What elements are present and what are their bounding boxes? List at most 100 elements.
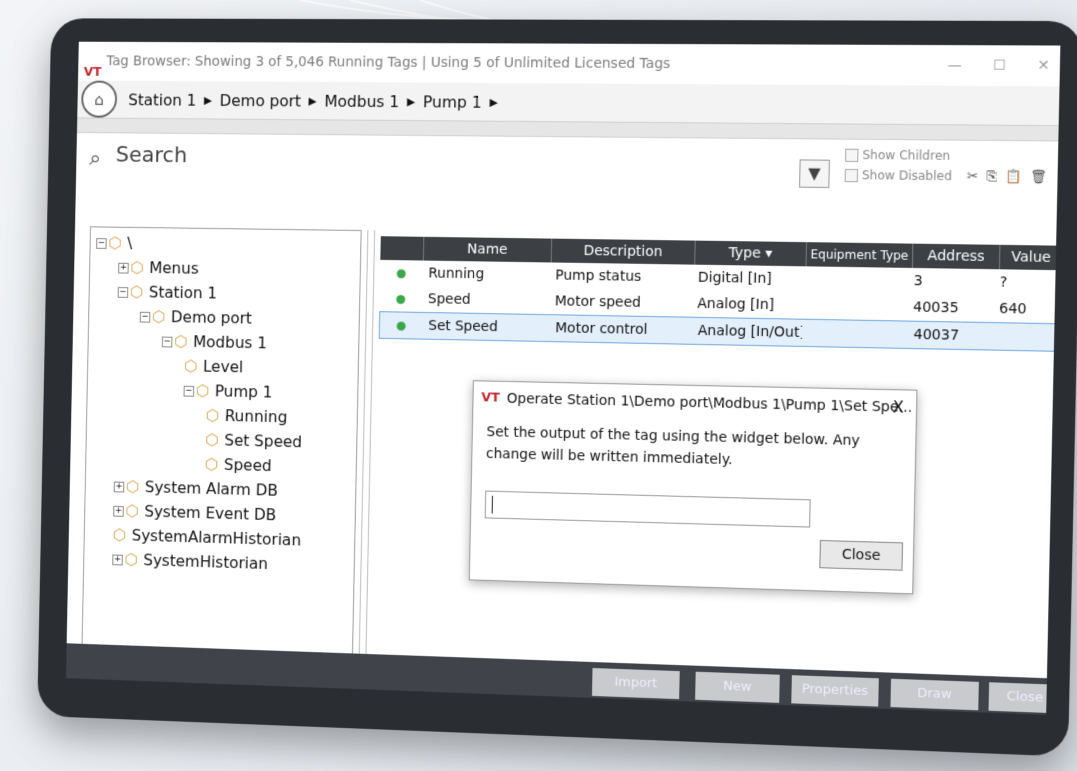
cut-icon[interactable]: ✂ [967,169,987,184]
table-cell-address: 40037 [907,322,993,350]
tree-item[interactable]: − ⬡ Demo port [140,307,252,329]
output-input[interactable] [485,491,811,528]
draw-button[interactable]: Draw [890,679,978,711]
collapse-icon[interactable]: − [96,238,107,249]
close-button[interactable]: Close [819,540,903,571]
tree-item[interactable]: − ⬡ \ [96,233,132,253]
table-cell-type: Digital [In] [692,265,803,293]
tree-item[interactable]: − ⬡ Station 1 [118,282,218,303]
close-window-icon[interactable]: ✕ [1037,58,1049,74]
tree-item[interactable]: + ⬡ System Alarm DB [114,477,278,501]
tree-item[interactable]: + ⬡ System Event DB [113,501,276,525]
tag-icon: ⬡ [125,501,139,520]
dialog-logo: VT [481,381,500,415]
tag-icon: ⬡ [124,550,138,569]
collapse-icon[interactable]: − [162,337,173,348]
tree-item-label: System Alarm DB [145,477,278,499]
table-cell-value: 640 [993,296,1055,324]
table-cell-address: 40035 [907,294,993,322]
search-bar: ⌕ Search ▼ Show Children Show Disabled ✂… [76,133,1058,193]
expand-icon[interactable]: + [118,263,129,274]
splitter[interactable] [358,230,375,693]
table-body: ● Running Pump status Digital [In] 3? ● Speed M… [379,260,1061,352]
tag-icon: ⬡ [130,282,144,301]
bottom-toolbar: Import New Properties Draw Close [66,643,1047,715]
status-ok-icon: ● [379,286,422,312]
tag-icon: ⬡ [126,477,140,496]
tag-icon: ⬡ [130,258,144,277]
column-header[interactable]: Equipment Type [806,242,913,268]
tree-item-label: Station 1 [149,283,218,303]
show-disabled-label: Show Disabled [862,168,952,183]
window-title: Tag Browser: Showing 3 of 5,046 Running … [106,53,670,72]
tree-item[interactable]: ⬡ SystemAlarmHistorian [113,525,302,550]
delete-icon[interactable]: 🗑 [1030,170,1056,186]
tag-icon: ⬡ [205,455,219,474]
search-icon[interactable]: ⌕ [89,147,101,171]
status-ok-icon: ● [380,312,423,338]
table-cell-type: Analog [In/Out] [692,318,803,346]
table-cell-description: Motor control [549,315,692,344]
table-cell-equipment-type [802,320,908,348]
column-header[interactable]: Type ▾ [695,241,807,267]
tree-item[interactable]: − ⬡ Pump 1 [183,381,272,403]
expand-icon[interactable]: + [114,482,125,493]
tree-item[interactable]: ⬡ Level [184,357,243,378]
copy-icon[interactable]: ⎘ [986,169,1005,184]
show-children-checkbox[interactable]: Show Children [845,148,950,163]
tree-item-label: Menus [149,258,199,277]
properties-button[interactable]: Properties [791,675,879,706]
tree-item-label: SystemHistorian [143,551,268,573]
tree-item[interactable]: ⬡ Speed [205,455,272,476]
operate-dialog: VT Operate Station 1\Demo port\Modbus 1\… [469,380,918,594]
app-window: VT Tag Browser: Showing 3 of 5,046 Runni… [66,42,1060,715]
tree-item-label: \ [127,234,132,253]
column-header[interactable]: Description [552,239,696,265]
dialog-message: Set the output of the tag using the widg… [472,415,916,482]
table-cell-description: Motor speed [549,288,692,316]
new-button[interactable]: New [695,672,780,703]
show-disabled-checkbox[interactable]: Show Disabled [845,168,952,183]
collapse-icon[interactable]: − [118,287,129,298]
breadcrumb-item[interactable]: Modbus 1 [324,91,399,110]
window-controls: — ☐ ✕ [921,45,1050,86]
breadcrumb-separator-icon: ▶ [204,93,212,106]
column-header[interactable]: Name [424,237,552,263]
collapse-icon[interactable]: − [140,312,151,323]
breadcrumb-item[interactable]: Demo port [219,91,301,110]
tree-item[interactable]: + ⬡ Menus [118,258,199,279]
collapse-icon[interactable]: − [184,386,195,397]
expand-icon[interactable]: + [112,554,123,565]
maximize-icon[interactable]: ☐ [993,57,1006,73]
table-cell-type: Analog [In] [691,291,802,319]
column-header[interactable]: Address [913,244,1001,270]
close-icon[interactable]: X [892,390,904,425]
table-cell-address: 3 [907,268,993,296]
expand-icon[interactable]: + [113,506,124,517]
tag-icon: ⬡ [184,357,198,376]
table-cell-equipment-type [802,266,908,294]
text-caret [492,496,493,514]
tag-table: Name Description Type ▾ Equipment Type A… [379,236,1061,352]
table-cell-equipment-type [801,292,907,320]
tree-item-label: Pump 1 [215,382,273,402]
tree-item-label: SystemAlarmHistorian [131,526,301,550]
close-bottom-button[interactable]: Close [989,682,1061,713]
breadcrumb-item[interactable]: Station 1 [128,90,196,109]
column-header[interactable]: Value [1000,245,1060,270]
paste-icon[interactable]: 📋 [1005,170,1030,186]
search-input[interactable]: Search [116,143,188,168]
table-cell-name: Set Speed [422,313,549,341]
tree-item[interactable]: − ⬡ Modbus 1 [162,332,267,354]
minimize-icon[interactable]: — [947,57,962,73]
table-cell-name: Speed [422,286,549,314]
tree-item-label: Set Speed [224,431,302,452]
breadcrumb-item[interactable]: Pump 1 [423,92,482,111]
tree-item[interactable]: ⬡ Set Speed [205,430,302,452]
import-button[interactable]: Import [592,668,680,699]
tree-item[interactable]: + ⬡ SystemHistorian [112,550,268,574]
tree-item[interactable]: ⬡ Running [206,406,288,427]
filter-icon[interactable]: ▼ [799,159,830,188]
tag-icon: ⬡ [108,233,121,252]
sort-arrow-icon: ▾ [765,246,772,262]
